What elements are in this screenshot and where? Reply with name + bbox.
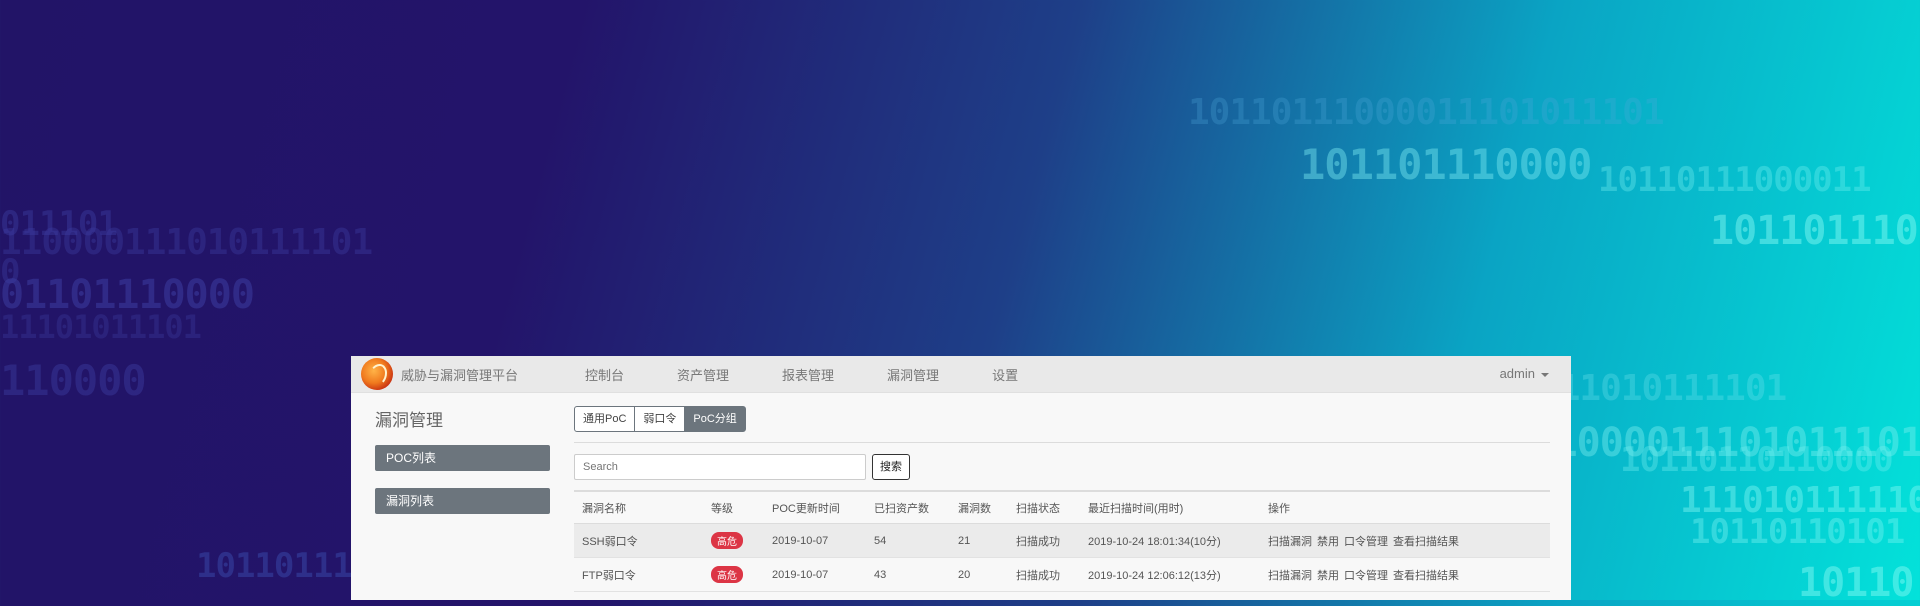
- cell-updated: 2019-10-07: [764, 523, 866, 558]
- cell-level: 高危: [703, 523, 764, 558]
- nav-item-settings[interactable]: 设置: [992, 365, 1018, 384]
- app-window: 威胁与漏洞管理平台 控制台 资产管理 报表管理 漏洞管理 设置 admin 漏洞…: [351, 356, 1571, 600]
- main-content: 通用PoC 弱口令 PoC分组 搜索 漏洞名称 等级 POC更新时间 已扫资产数…: [574, 406, 1550, 592]
- password-manage-link[interactable]: 口令管理: [1344, 536, 1388, 548]
- binary-text: 1110101111101: [1680, 480, 1920, 521]
- cell-last-scan: 2019-10-24 12:06:12(13分): [1080, 557, 1260, 592]
- cell-actions: 扫描漏洞 禁用 口令管理 查看扫描结果: [1260, 557, 1550, 592]
- cell-vulns: 21: [950, 523, 1008, 558]
- binary-text: 0: [0, 252, 21, 292]
- binary-text: 1011011101: [1710, 208, 1920, 254]
- sidebar-item-poc-list[interactable]: POC列表: [375, 445, 550, 471]
- brand-name: 威胁与漏洞管理平台: [401, 367, 519, 383]
- cell-assets: 43: [866, 557, 950, 592]
- nav-item-console[interactable]: 控制台: [585, 365, 624, 384]
- cell-name: FTP弱口令: [574, 557, 703, 592]
- severity-badge: 高危: [711, 532, 743, 549]
- binary-text: 10110: [1798, 560, 1914, 606]
- nav-menu: 控制台 资产管理 报表管理 漏洞管理 设置: [585, 365, 1071, 384]
- cell-name: SSH弱口令: [574, 523, 703, 558]
- cell-level: 高危: [703, 557, 764, 592]
- cell-assets: 54: [866, 523, 950, 558]
- col-header-updated[interactable]: POC更新时间: [764, 491, 866, 524]
- table-row: SSH弱口令 高危 2019-10-07 54 21 扫描成功 2019-10-…: [574, 523, 1550, 558]
- binary-text: 10110111000011: [1598, 160, 1872, 200]
- cell-vulns: 20: [950, 557, 1008, 592]
- tab-generic-poc[interactable]: 通用PoC: [574, 406, 636, 432]
- table-row: FTP弱口令 高危 2019-10-07 43 20 扫描成功 2019-10-…: [574, 557, 1550, 592]
- col-header-actions: 操作: [1260, 491, 1550, 524]
- user-menu[interactable]: admin: [1500, 366, 1549, 381]
- col-header-vulns[interactable]: 漏洞数: [950, 491, 1008, 524]
- sidebar-item-vuln-list[interactable]: 漏洞列表: [375, 488, 550, 514]
- tab-poc-group[interactable]: PoC分组: [684, 406, 746, 432]
- cell-status: 扫描成功: [1008, 523, 1080, 558]
- user-name: admin: [1499, 366, 1535, 381]
- col-header-last-scan[interactable]: 最近扫描时间(用时): [1080, 491, 1260, 524]
- nav-item-reports[interactable]: 报表管理: [782, 365, 834, 384]
- cell-updated: 2019-10-07: [764, 557, 866, 592]
- nav-item-assets[interactable]: 资产管理: [677, 365, 729, 384]
- binary-text: 01101110000: [0, 272, 255, 318]
- binary-text: 10110110101: [1690, 512, 1905, 552]
- binary-text: 110000111010111101: [0, 222, 373, 263]
- nav-item-vulns[interactable]: 漏洞管理: [887, 365, 939, 384]
- poc-table: 漏洞名称 等级 POC更新时间 已扫资产数 漏洞数 扫描状态 最近扫描时间(用时…: [574, 491, 1550, 592]
- page-title: 漏洞管理: [375, 411, 443, 430]
- scan-vuln-link[interactable]: 扫描漏洞: [1268, 536, 1312, 548]
- binary-text: 110000: [0, 356, 147, 405]
- brand[interactable]: 威胁与漏洞管理平台: [361, 358, 566, 390]
- col-header-level[interactable]: 等级: [703, 491, 764, 524]
- binary-text: 10110111000011101011101: [1188, 92, 1664, 133]
- cell-actions: 扫描漏洞 禁用 口令管理 查看扫描结果: [1260, 523, 1550, 558]
- caret-down-icon: [1541, 372, 1549, 377]
- col-header-status[interactable]: 扫描状态: [1008, 491, 1080, 524]
- severity-badge: 高危: [711, 566, 743, 583]
- phoenix-logo-icon: [361, 358, 393, 390]
- binary-text: 10110110110000: [1620, 440, 1894, 480]
- view-results-link[interactable]: 查看扫描结果: [1393, 570, 1459, 582]
- table-header-row: 漏洞名称 等级 POC更新时间 已扫资产数 漏洞数 扫描状态 最近扫描时间(用时…: [574, 491, 1550, 524]
- tab-weak-password[interactable]: 弱口令: [634, 406, 686, 432]
- disable-link[interactable]: 禁用: [1317, 570, 1339, 582]
- scan-vuln-link[interactable]: 扫描漏洞: [1268, 570, 1312, 582]
- view-results-link[interactable]: 查看扫描结果: [1393, 536, 1459, 548]
- disable-link[interactable]: 禁用: [1317, 536, 1339, 548]
- binary-text: 011101: [0, 204, 118, 244]
- col-header-assets[interactable]: 已扫资产数: [866, 491, 950, 524]
- top-navbar: 威胁与漏洞管理平台 控制台 资产管理 报表管理 漏洞管理 设置 admin: [351, 356, 1571, 393]
- divider: [574, 442, 1550, 443]
- cell-last-scan: 2019-10-24 18:01:34(10分): [1080, 523, 1260, 558]
- poc-type-tabs: 通用PoC 弱口令 PoC分组: [574, 406, 1550, 432]
- col-header-name[interactable]: 漏洞名称: [574, 491, 703, 524]
- search-bar: 搜索: [574, 454, 1550, 480]
- binary-text: 101101110000: [1300, 140, 1592, 189]
- sidebar: 漏洞管理 POC列表 漏洞列表: [375, 406, 550, 531]
- binary-text: 11101011101: [0, 308, 202, 346]
- password-manage-link[interactable]: 口令管理: [1344, 570, 1388, 582]
- search-input[interactable]: [574, 454, 866, 480]
- search-button[interactable]: 搜索: [872, 454, 910, 480]
- cell-status: 扫描成功: [1008, 557, 1080, 592]
